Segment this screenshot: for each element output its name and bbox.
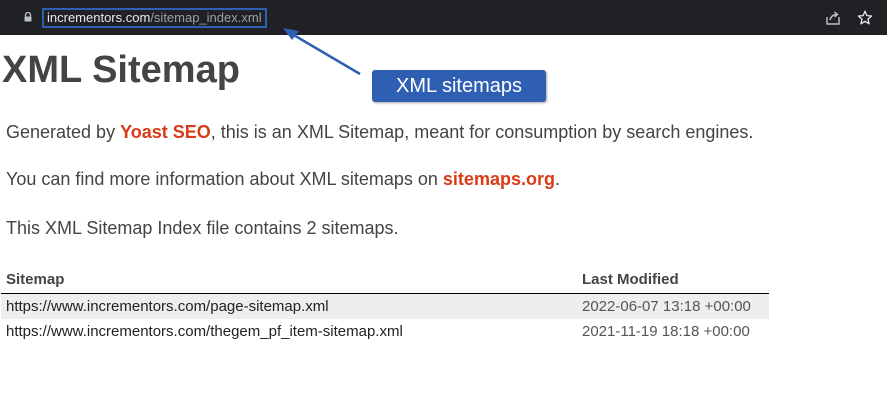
table-row: https://www.incrementors.com/thegem_pf_i…	[1, 319, 769, 344]
sitemap-column-header: Sitemap	[1, 267, 577, 294]
page-title: XML Sitemap	[2, 49, 240, 91]
text-span: .	[554, 169, 560, 189]
table-row: https://www.incrementors.com/page-sitema…	[1, 293, 769, 319]
sitemap-link[interactable]: https://www.incrementors.com/page-sitema…	[1, 293, 577, 319]
table-header-row: Sitemap Last Modified	[1, 267, 769, 294]
sitemap-link[interactable]: https://www.incrementors.com/thegem_pf_i…	[1, 319, 577, 344]
yoast-seo-link[interactable]: Yoast SEO	[120, 122, 211, 142]
annotation-callout: XML sitemaps	[372, 70, 546, 102]
info-paragraph: You can find more information about XML …	[6, 168, 560, 190]
count-paragraph: This XML Sitemap Index file contains 2 s…	[6, 218, 399, 238]
text-span: You can find more information about XML …	[6, 169, 443, 189]
sitemaps-org-link[interactable]: sitemaps.org	[443, 169, 555, 189]
text-span: Generated by	[6, 122, 121, 142]
last-modified-cell: 2021-11-19 18:18 +00:00	[582, 323, 750, 340]
last-modified-column-header: Last Modified	[577, 267, 769, 294]
text-span: , this is an XML Sitemap, meant for cons…	[210, 122, 754, 142]
sitemap-table: Sitemap Last Modified https://www.increm…	[1, 267, 769, 344]
intro-paragraph: Generated by Yoast SEO, this is an XML S…	[6, 121, 753, 143]
last-modified-cell: 2022-06-07 13:18 +00:00	[577, 293, 769, 319]
